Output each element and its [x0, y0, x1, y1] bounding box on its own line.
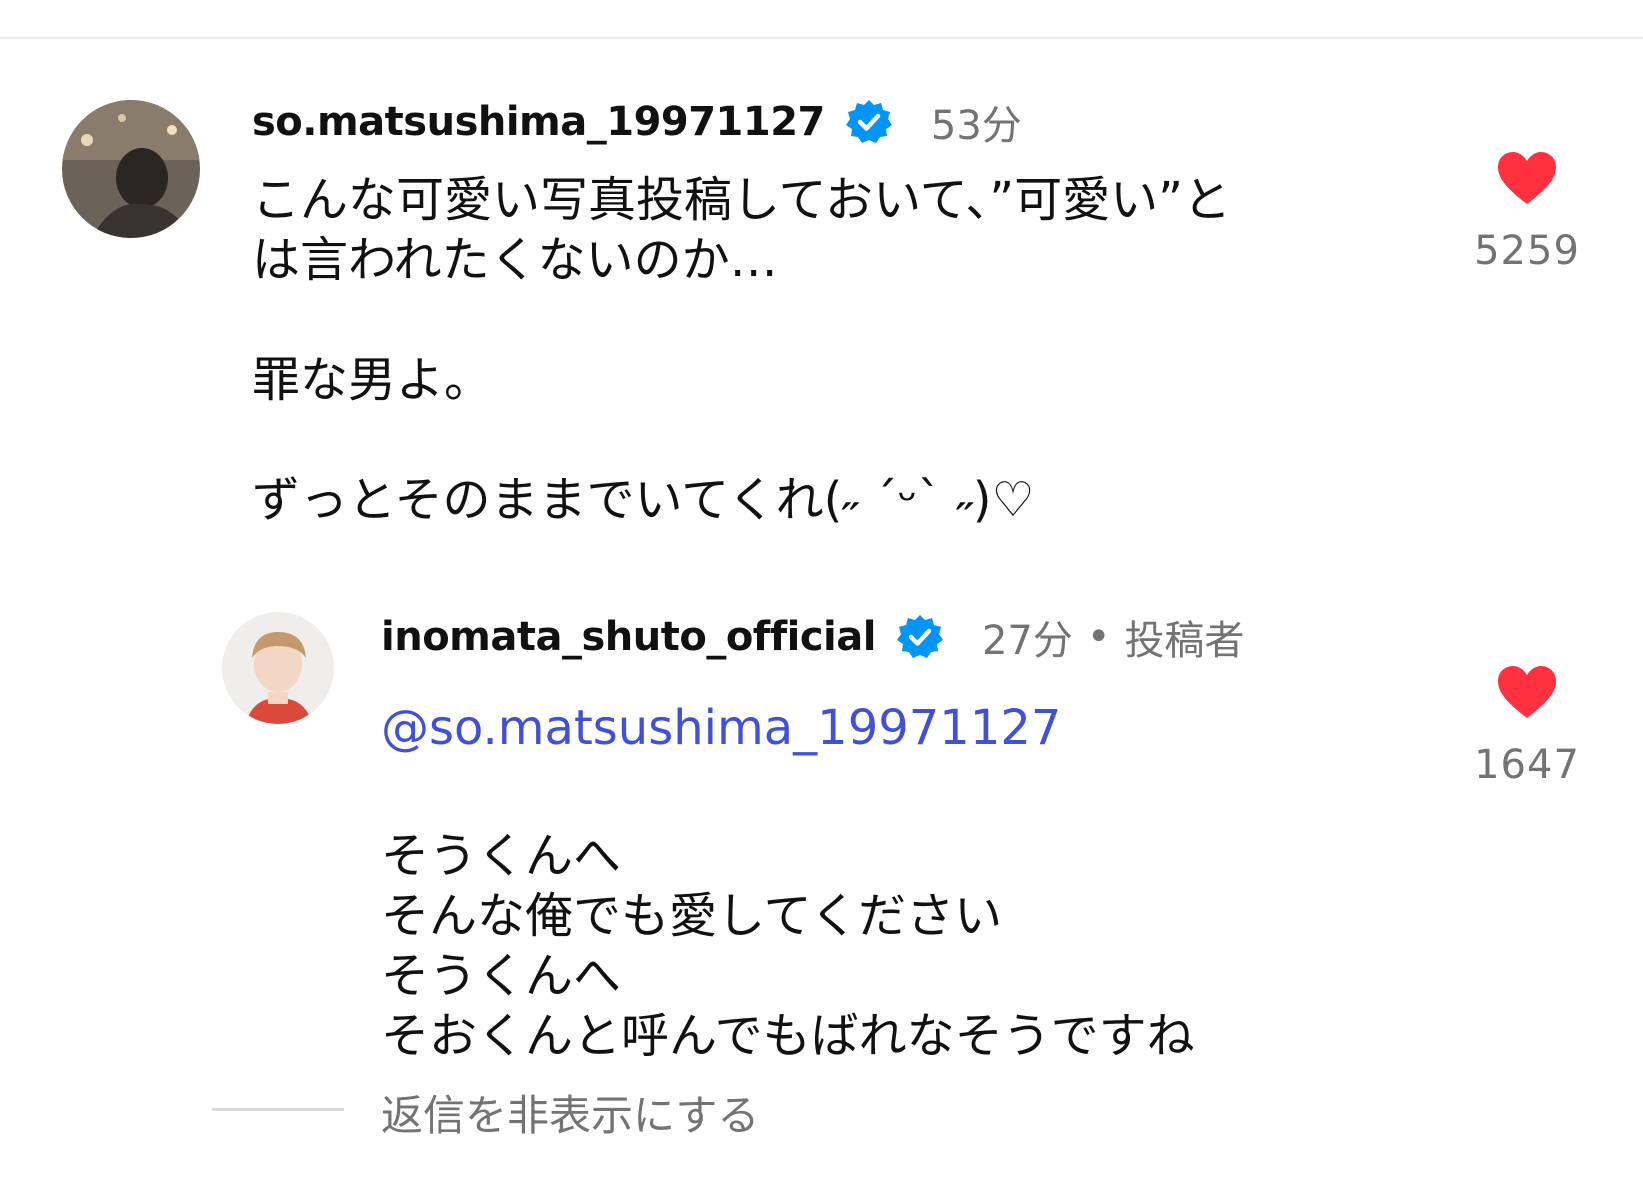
like-count: 5259 [1474, 228, 1580, 274]
username[interactable]: inomata_shuto_official [381, 614, 876, 660]
avatar[interactable] [62, 100, 200, 238]
reply-time: 27分 [981, 618, 1073, 664]
verified-badge-icon [845, 98, 893, 146]
heart-icon[interactable] [1457, 664, 1597, 720]
reply-thread-line [212, 1108, 344, 1111]
avatar-photo [222, 612, 334, 724]
reply-text: そうくんへ そんな俺でも愛してください そうくんへ そおくんと呼んでもばれなそう… [381, 828, 1195, 1064]
top-divider [0, 37, 1643, 39]
avatar-photo [62, 100, 200, 238]
comment-text: こんな可愛い写真投稿しておいて、”可愛い”と は言われたくないのか… 罪な男よ。… [252, 172, 1232, 528]
comment-header: so.matsushima_19971127 53分 [252, 93, 1022, 151]
like-count: 1647 [1474, 742, 1580, 788]
hide-replies-button[interactable]: 返信を非表示にする [381, 1082, 759, 1143]
like-block: 5259 [1457, 150, 1597, 274]
mention-link[interactable]: @so.matsushima_19971127 [381, 700, 1061, 756]
avatar[interactable] [222, 612, 334, 724]
verified-badge-icon [896, 613, 944, 661]
separator-dot: • [1086, 614, 1111, 660]
heart-icon[interactable] [1457, 150, 1597, 206]
like-block: 1647 [1457, 664, 1597, 788]
reply-header: inomata_shuto_official 27分 • 投稿者 [381, 608, 1244, 666]
author-tag: 投稿者 [1124, 618, 1245, 664]
comment-time: 53分 [930, 103, 1022, 149]
username[interactable]: so.matsushima_19971127 [252, 99, 825, 145]
